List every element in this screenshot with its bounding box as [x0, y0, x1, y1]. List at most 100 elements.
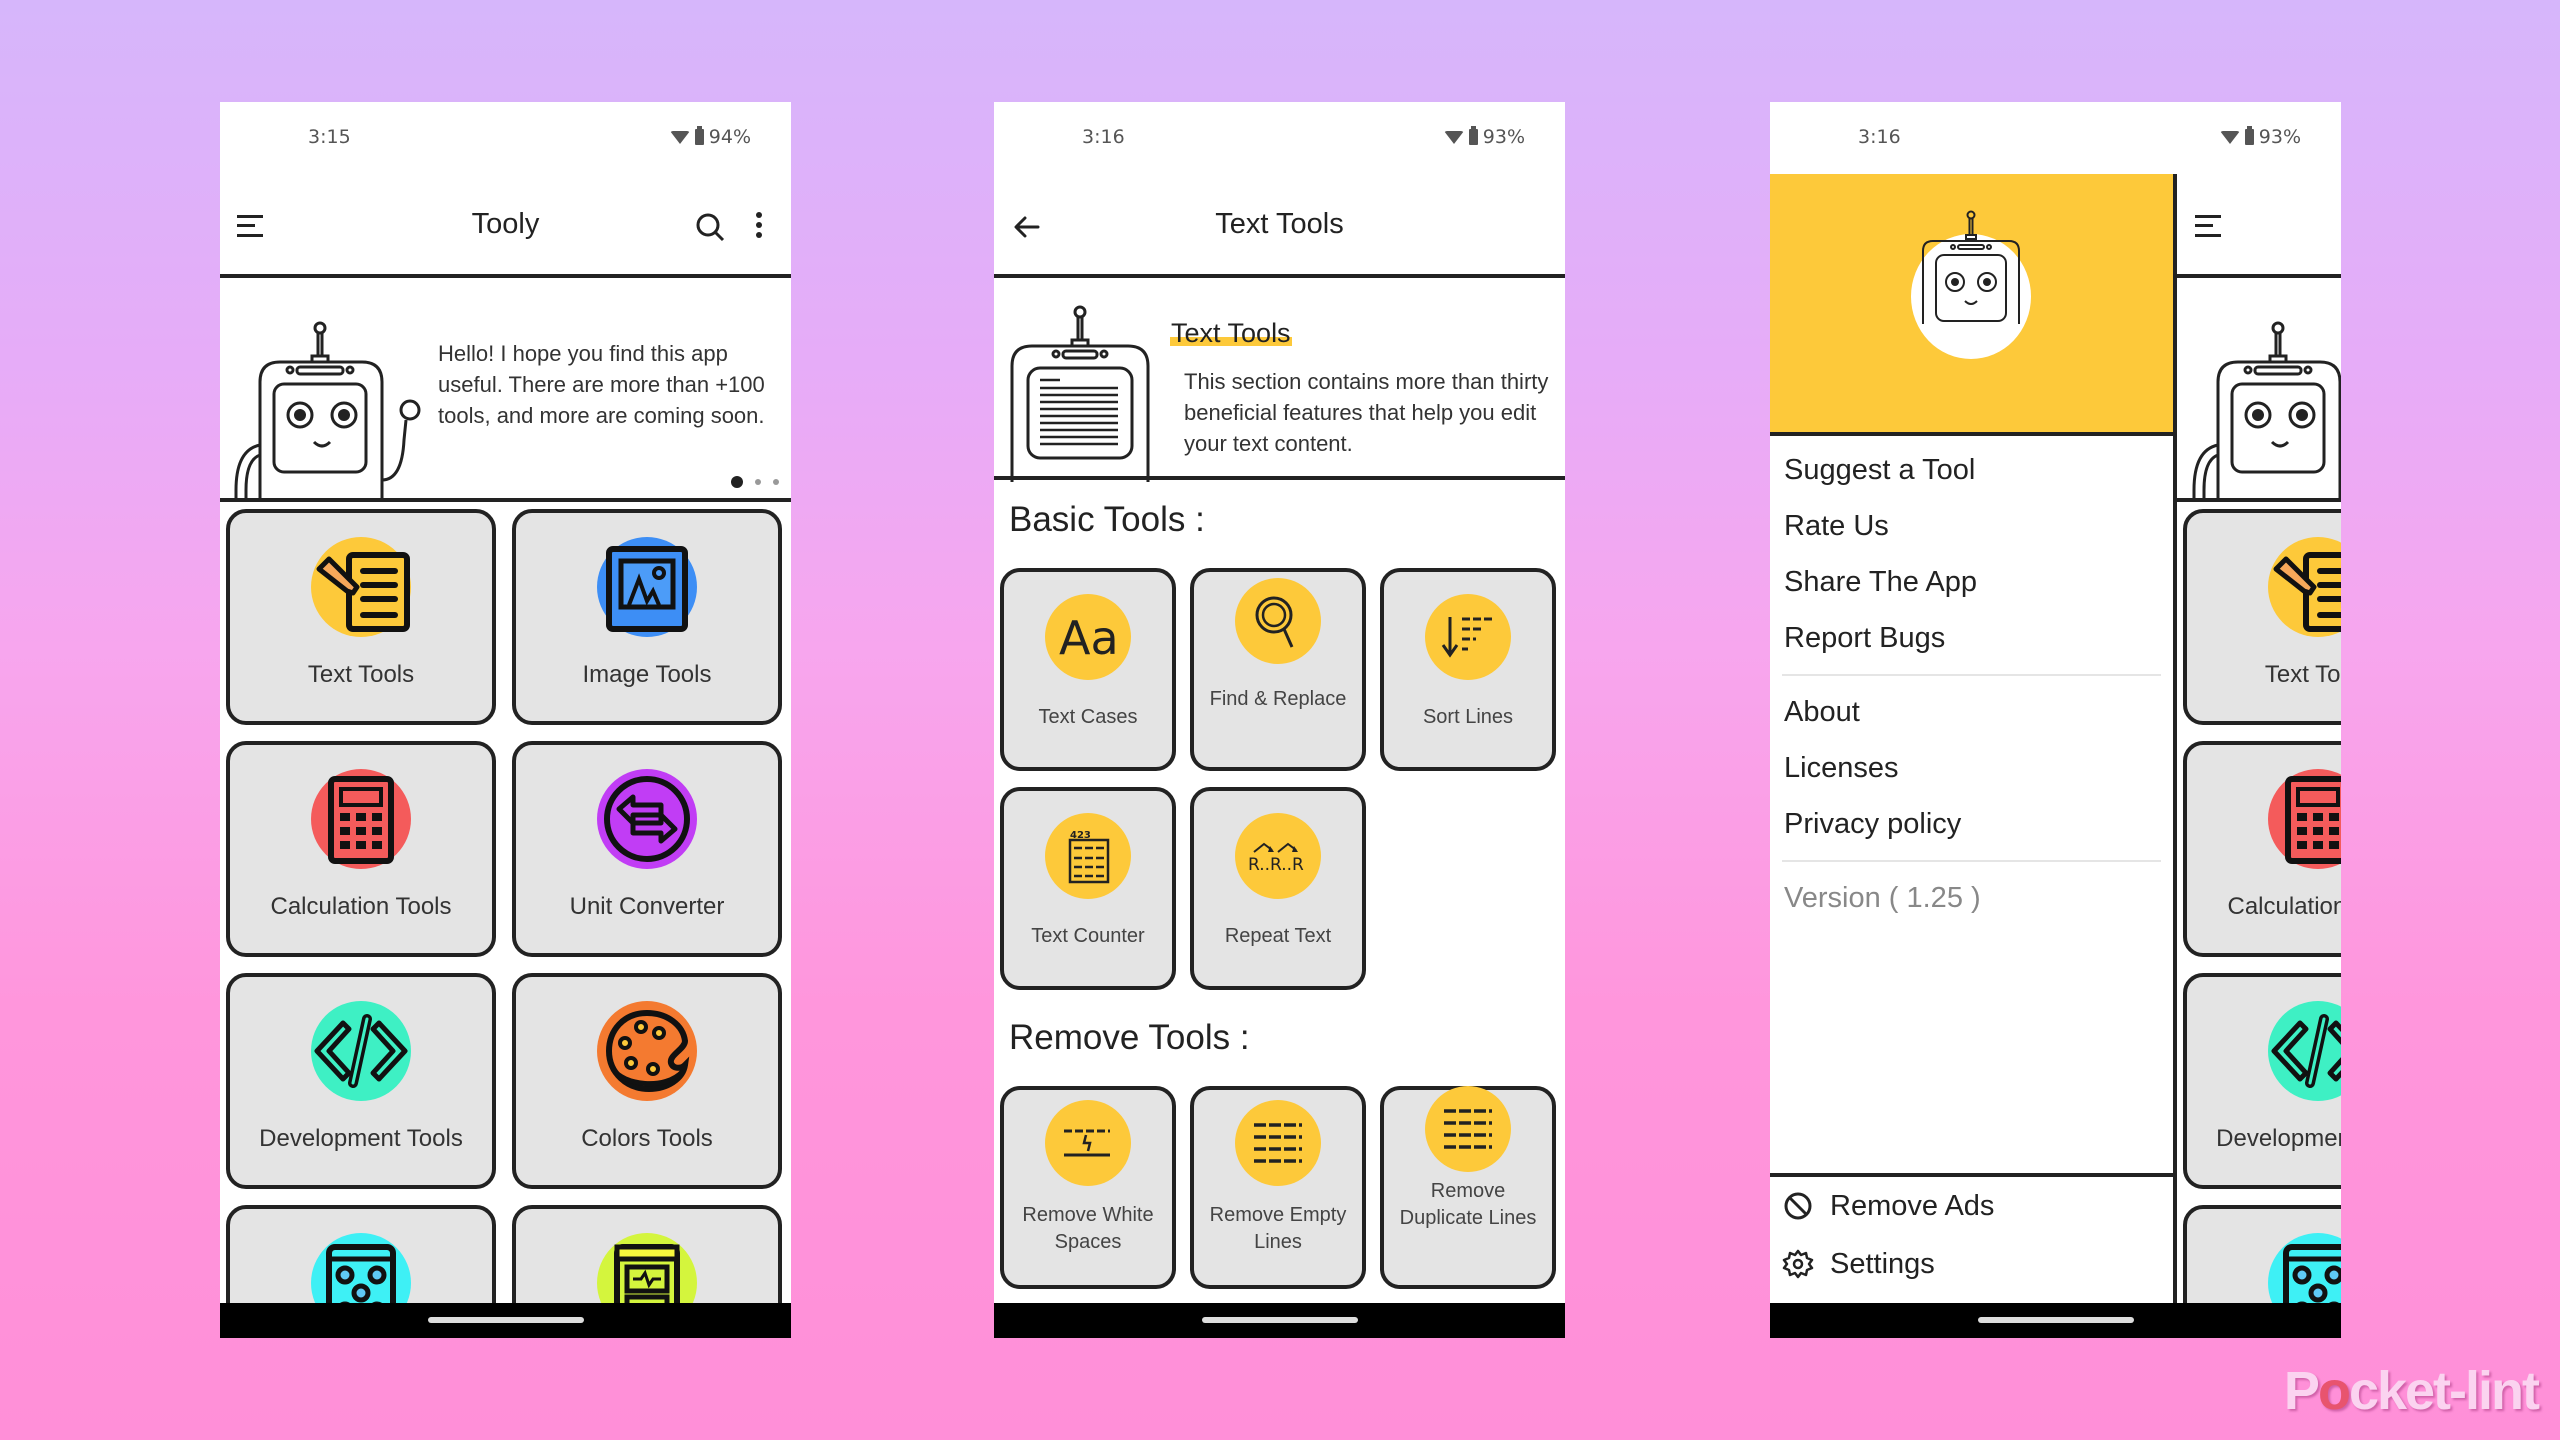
tool-label: Remove Duplicate Lines	[1399, 1180, 1537, 1229]
battery-level: 93%	[1482, 126, 1525, 148]
search-icon[interactable]	[695, 212, 725, 242]
palette-icon	[597, 1001, 697, 1101]
hamburger-icon[interactable]	[2195, 215, 2221, 237]
gear-icon	[1782, 1249, 1814, 1279]
home-gesture-handle[interactable]	[427, 1317, 584, 1323]
power-icon: o	[2317, 1361, 2351, 1421]
battery-icon	[694, 126, 704, 145]
remove-duplicate-lines-icon	[1444, 1109, 1492, 1149]
status-bar: 3:16 93%	[994, 102, 1565, 182]
category-tile-colors-tools[interactable]: Colors Tools	[512, 973, 782, 1189]
category-grid: Text Tools Image Tools Calculation Tools…	[226, 509, 786, 1338]
tool-find-replace[interactable]: Find & Replace	[1190, 568, 1366, 771]
text-counter-icon: 423	[1068, 830, 1110, 884]
drawer-item-suggest-tool[interactable]: Suggest a Tool	[1770, 442, 2173, 498]
home-gesture-handle[interactable]	[1977, 1317, 2134, 1323]
drawer-footer: Remove Ads Settings	[1770, 1173, 2173, 1303]
drawer-avatar	[1911, 210, 2031, 359]
status-time: 3:16	[1082, 126, 1125, 148]
swap-arrows-icon	[597, 769, 697, 869]
pocketlint-watermark: Pocket-lint	[2283, 1361, 2540, 1421]
tool-text-counter[interactable]: 423 Text Counter	[1000, 787, 1176, 990]
system-nav-bar	[220, 1303, 791, 1338]
drawer-header	[1770, 174, 2173, 436]
section-title: Text Tools	[1170, 318, 1292, 349]
remove-ads-button[interactable]: Remove Ads	[1770, 1177, 2173, 1235]
robot-mascot-icon	[1922, 210, 2020, 324]
drawer-item-rate-us[interactable]: Rate Us	[1770, 498, 2173, 554]
category-tile-image-tools[interactable]: Image Tools	[512, 509, 782, 725]
tool-repeat-text[interactable]: R..R..R Repeat Text	[1190, 787, 1366, 990]
drawer-item-about[interactable]: About	[1770, 684, 2173, 740]
calculator-icon	[311, 769, 411, 869]
tool-label: Remove White Spaces	[1022, 1204, 1154, 1253]
home-gesture-handle[interactable]	[1201, 1317, 1358, 1323]
category-tile-calculation-tools[interactable]: Calculation Tools	[2183, 741, 2341, 957]
category-tile-development-tools[interactable]: Development Tools	[2183, 973, 2341, 1189]
phone-text-tools-screen: 3:16 93% Text Tools Text Tools This sect…	[994, 102, 1565, 1338]
drawer-item-privacy-policy[interactable]: Privacy policy	[1770, 796, 2173, 852]
svg-text:Aa: Aa	[1059, 611, 1119, 665]
category-label: Text Tools	[2264, 661, 2341, 688]
category-tile-calculation-tools[interactable]: Calculation Tools	[226, 741, 496, 957]
repeat-text-icon: R..R..R	[1248, 842, 1304, 875]
drawer-menu: Suggest a Tool Rate Us Share The App Rep…	[1770, 442, 2173, 926]
app-bar: Tooly	[220, 182, 791, 278]
system-nav-bar	[994, 1303, 1565, 1338]
tool-label: Text Counter	[1031, 925, 1145, 947]
remove-ads-label: Remove Ads	[1830, 1189, 1995, 1222]
battery-level: 94%	[708, 126, 751, 148]
category-tile-text-tools[interactable]: Text Tools	[2183, 509, 2341, 725]
category-label: Image Tools	[582, 661, 712, 688]
code-icon	[2268, 1001, 2341, 1101]
settings-button[interactable]: Settings	[1770, 1235, 2173, 1293]
phone-home-screen: 3:15 94% Tooly Hello! I hope you find th…	[220, 102, 791, 1338]
carousel-dot[interactable]	[773, 479, 779, 485]
category-label: Development Tools	[2216, 1125, 2341, 1152]
carousel-dot[interactable]	[731, 476, 743, 488]
remove-empty-lines-icon	[1254, 1123, 1302, 1163]
screen-title: Text Tools	[1215, 208, 1344, 240]
basic-tools-grid: Aa Text Cases Find & Replace Sort Lines …	[1000, 568, 1560, 990]
robot-mascot-icon	[2192, 321, 2341, 502]
image-frame-icon	[597, 537, 697, 637]
block-icon	[1784, 1192, 1812, 1220]
tool-remove-empty-lines[interactable]: Remove Empty Lines	[1190, 1086, 1366, 1289]
carousel-indicator[interactable]	[731, 476, 779, 488]
divider	[1782, 860, 2161, 862]
category-label: Colors Tools	[581, 1125, 713, 1152]
section-intro-banner: Text Tools This section contains more th…	[994, 282, 1565, 482]
category-tile-development-tools[interactable]: Development Tools	[226, 973, 496, 1189]
welcome-banner: Hello! I hope you find this app useful. …	[220, 282, 791, 502]
category-label: Unit Converter	[569, 893, 725, 920]
tool-remove-duplicate-lines[interactable]: Remove Duplicate Lines	[1380, 1086, 1556, 1289]
tool-label: Remove Empty Lines	[1209, 1204, 1347, 1253]
status-time: 3:15	[308, 126, 351, 148]
category-label: Development Tools	[259, 1125, 463, 1152]
tool-label: Find & Replace	[1209, 688, 1347, 710]
settings-label: Settings	[1830, 1247, 1935, 1280]
text-case-icon: Aa	[1059, 611, 1119, 665]
remove-tools-heading: Remove Tools :	[1009, 1018, 1250, 1057]
tool-sort-lines[interactable]: Sort Lines	[1380, 568, 1556, 771]
remove-tools-grid: Remove White Spaces Remove Empty Lines R…	[1000, 1086, 1560, 1289]
drawer-item-report-bugs[interactable]: Report Bugs	[1770, 610, 2173, 666]
section-description: This section contains more than thirty b…	[1184, 369, 1549, 456]
wifi-icon	[669, 130, 690, 144]
tool-remove-white-spaces[interactable]: Remove White Spaces	[1000, 1086, 1176, 1289]
tool-label: Repeat Text	[1224, 925, 1332, 947]
drawer-item-licenses[interactable]: Licenses	[1770, 740, 2173, 796]
more-vert-icon[interactable]	[755, 212, 763, 242]
category-tile-unit-converter[interactable]: Unit Converter	[512, 741, 782, 957]
status-bar: 3:15 94%	[220, 102, 791, 182]
basic-tools-heading: Basic Tools :	[1009, 500, 1205, 539]
category-tile-text-tools[interactable]: Text Tools	[226, 509, 496, 725]
carousel-dot[interactable]	[755, 479, 761, 485]
system-nav-bar	[1770, 1303, 2341, 1338]
app-version: Version ( 1.25 )	[1784, 882, 1981, 914]
find-replace-icon	[1255, 596, 1294, 648]
notes-pencil-icon	[2268, 537, 2341, 637]
drawer-item-share-app[interactable]: Share The App	[1770, 554, 2173, 610]
category-label: Text Tools	[307, 661, 415, 688]
tool-text-cases[interactable]: Aa Text Cases	[1000, 568, 1176, 771]
